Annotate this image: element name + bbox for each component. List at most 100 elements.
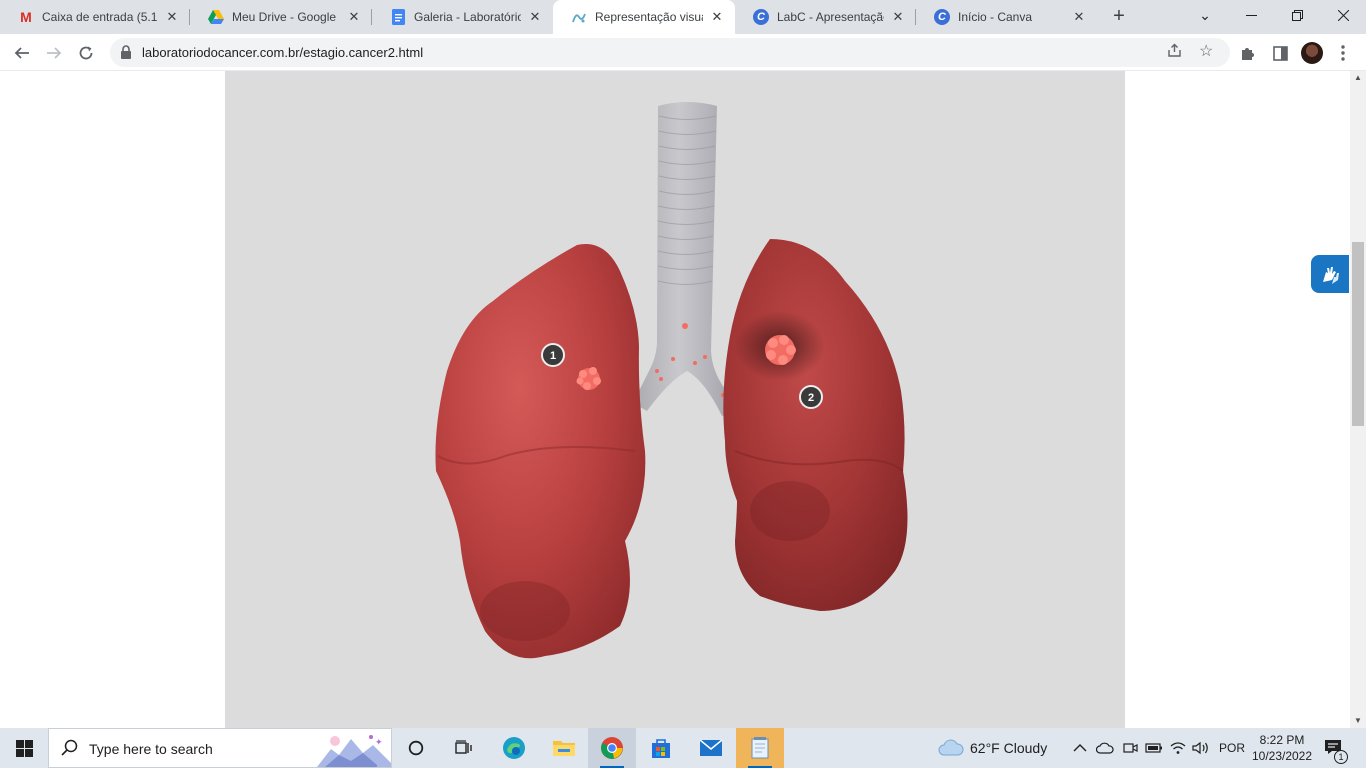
lung-cancer-illustration: 1 2 xyxy=(225,71,1125,728)
close-tab-icon[interactable]: ✕ xyxy=(346,9,362,25)
lab-logo-icon xyxy=(571,9,587,25)
marker-1-label: 1 xyxy=(550,350,556,362)
bookmark-star-icon[interactable]: ☆ xyxy=(1199,41,1213,61)
marker-2[interactable]: 2 xyxy=(799,385,823,409)
search-icon xyxy=(61,739,78,756)
address-bar[interactable]: laboratoriodocancer.com.br/estagio.cance… xyxy=(110,38,1230,67)
web-page: 1 2 xyxy=(0,71,1350,728)
clock-time: 8:22 PM xyxy=(1259,733,1305,747)
left-lung xyxy=(435,244,646,659)
search-placeholder: Type here to search xyxy=(89,741,213,757)
marker-2-label: 2 xyxy=(808,392,814,404)
tab-title: Meu Drive - Google D xyxy=(232,10,340,24)
weather-widget[interactable]: 62°F Cloudy xyxy=(938,728,1047,768)
search-highlight-illustration: ✦ xyxy=(317,735,391,767)
close-tab-icon[interactable]: ✕ xyxy=(527,9,543,25)
tab-galeria[interactable]: Galeria - Laboratório d ✕ xyxy=(372,0,553,34)
tab-title: Início - Canva xyxy=(958,10,1033,24)
windows-logo-icon xyxy=(15,739,33,757)
scroll-down-arrow-icon[interactable]: ▼ xyxy=(1350,714,1366,728)
windows-taskbar: Type here to search ✦ 62°F Cloudy POR 8:… xyxy=(0,728,1366,768)
tab-title: Galeria - Laboratório d xyxy=(414,10,521,24)
clock[interactable]: 8:22 PM 10/23/2022 xyxy=(1248,732,1316,764)
network-tray[interactable] xyxy=(1170,728,1186,768)
notepad-app[interactable] xyxy=(736,728,784,768)
cloud-icon xyxy=(938,739,964,756)
taskbar-search-box[interactable]: Type here to search ✦ xyxy=(48,728,392,768)
tab-title: Representação visual d xyxy=(595,10,703,24)
onedrive-tray[interactable] xyxy=(1096,728,1114,768)
language-indicator[interactable]: POR xyxy=(1219,728,1245,768)
new-tab-button[interactable]: + xyxy=(1108,6,1130,28)
tab-google-drive[interactable]: Meu Drive - Google D ✕ xyxy=(190,0,372,34)
task-view-icon xyxy=(455,740,472,754)
close-tab-icon[interactable]: ✕ xyxy=(709,9,725,25)
edge-icon xyxy=(503,737,525,759)
meet-now-tray[interactable] xyxy=(1122,728,1138,768)
restore-button[interactable] xyxy=(1274,0,1320,30)
canva-icon: C xyxy=(934,9,950,25)
tab-strip: M Caixa de entrada (5.17 ✕ Meu Drive - G… xyxy=(0,0,1366,34)
back-button[interactable] xyxy=(9,40,35,66)
battery-icon xyxy=(1145,743,1162,753)
volume-tray[interactable] xyxy=(1192,728,1210,768)
side-panel-icon[interactable] xyxy=(1270,43,1290,63)
minimize-button[interactable] xyxy=(1228,0,1274,30)
speaker-icon xyxy=(1192,741,1208,755)
vertical-scrollbar[interactable]: ▲ ▼ xyxy=(1350,71,1366,728)
extensions-puzzle-icon[interactable] xyxy=(1238,43,1258,63)
mail-app[interactable] xyxy=(687,728,735,768)
close-tab-icon[interactable]: ✕ xyxy=(164,9,180,25)
cortana-button[interactable] xyxy=(392,728,440,768)
edge-app[interactable] xyxy=(490,728,538,768)
lock-icon[interactable] xyxy=(120,45,132,59)
tab-gmail[interactable]: M Caixa de entrada (5.17 ✕ xyxy=(0,0,190,34)
onedrive-cloud-icon xyxy=(1096,742,1114,754)
scrollbar-thumb[interactable] xyxy=(1352,242,1364,426)
trachea xyxy=(633,102,735,416)
tab-labc-apresentacao[interactable]: C LabC - Apresentação ✕ xyxy=(735,0,916,34)
mail-icon xyxy=(699,739,723,756)
notepad-icon xyxy=(751,737,769,759)
google-drive-icon xyxy=(208,9,224,25)
clock-date: 10/23/2022 xyxy=(1251,749,1313,763)
close-window-button[interactable] xyxy=(1320,0,1366,30)
reload-button[interactable] xyxy=(73,40,99,66)
close-tab-icon[interactable]: ✕ xyxy=(1071,9,1087,25)
webcam-icon xyxy=(1123,743,1138,753)
task-view-button[interactable] xyxy=(440,728,488,768)
marker-1[interactable]: 1 xyxy=(541,343,565,367)
scroll-up-arrow-icon[interactable]: ▲ xyxy=(1350,71,1366,85)
chrome-app[interactable] xyxy=(588,728,636,768)
weather-text: 62°F Cloudy xyxy=(970,740,1048,756)
browser-menu-icon[interactable] xyxy=(1333,43,1353,63)
tab-canva-inicio[interactable]: C Início - Canva ✕ xyxy=(916,0,1097,34)
forward-button[interactable] xyxy=(41,40,67,66)
tab-search-chevron-icon[interactable]: ⌄ xyxy=(1182,0,1228,30)
chevron-up-icon xyxy=(1073,744,1087,752)
battery-tray[interactable] xyxy=(1145,728,1163,768)
tab-representacao-visual[interactable]: Representação visual d ✕ xyxy=(553,0,735,34)
chrome-icon xyxy=(601,737,623,759)
gmail-icon: M xyxy=(20,9,32,25)
microsoft-store-app[interactable] xyxy=(637,728,685,768)
right-lung xyxy=(723,239,908,611)
lungs-image: 1 2 xyxy=(435,102,908,659)
canva-icon: C xyxy=(753,9,769,25)
start-button[interactable] xyxy=(0,728,48,768)
close-tab-icon[interactable]: ✕ xyxy=(890,9,906,25)
show-hidden-icons-button[interactable] xyxy=(1073,728,1087,768)
profile-avatar[interactable] xyxy=(1301,42,1323,64)
store-bag-icon xyxy=(652,739,670,758)
vlibras-accessibility-button[interactable] xyxy=(1311,255,1349,293)
notification-count-badge: 1 xyxy=(1334,750,1348,764)
wifi-icon xyxy=(1170,742,1186,754)
notification-center-button[interactable]: 1 xyxy=(1324,728,1348,768)
url-text[interactable]: laboratoriodocancer.com.br/estagio.cance… xyxy=(142,45,423,60)
cortana-circle-icon xyxy=(408,740,424,756)
sign-language-hands-icon xyxy=(1323,267,1339,284)
browser-toolbar: laboratoriodocancer.com.br/estagio.cance… xyxy=(0,34,1366,71)
file-explorer-app[interactable] xyxy=(540,728,588,768)
share-icon[interactable] xyxy=(1167,43,1182,61)
language-text: POR xyxy=(1219,741,1246,755)
